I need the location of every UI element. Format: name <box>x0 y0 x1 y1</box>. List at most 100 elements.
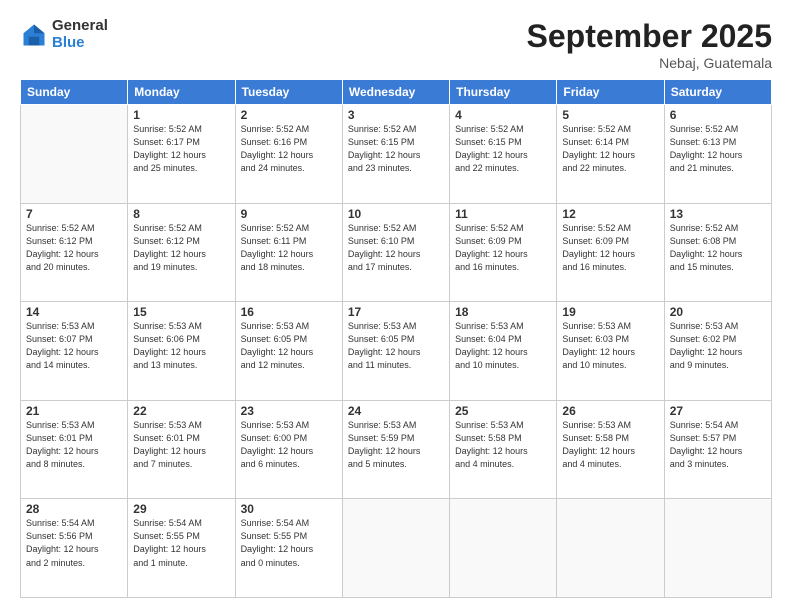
day-number: 12 <box>562 207 658 221</box>
day-number: 27 <box>670 404 766 418</box>
day-info: Sunrise: 5:53 AM Sunset: 6:05 PM Dayligh… <box>241 320 337 372</box>
day-number: 25 <box>455 404 551 418</box>
day-number: 7 <box>26 207 122 221</box>
table-row: 10Sunrise: 5:52 AM Sunset: 6:10 PM Dayli… <box>342 203 449 302</box>
logo-blue-text: Blue <box>52 35 108 52</box>
table-row: 17Sunrise: 5:53 AM Sunset: 6:05 PM Dayli… <box>342 302 449 401</box>
table-row: 5Sunrise: 5:52 AM Sunset: 6:14 PM Daylig… <box>557 105 664 204</box>
day-info: Sunrise: 5:53 AM Sunset: 6:01 PM Dayligh… <box>133 419 229 471</box>
day-number: 9 <box>241 207 337 221</box>
title-block: September 2025 Nebaj, Guatemala <box>527 18 772 71</box>
day-info: Sunrise: 5:52 AM Sunset: 6:17 PM Dayligh… <box>133 123 229 175</box>
day-info: Sunrise: 5:52 AM Sunset: 6:15 PM Dayligh… <box>455 123 551 175</box>
day-number: 10 <box>348 207 444 221</box>
calendar-week-row: 28Sunrise: 5:54 AM Sunset: 5:56 PM Dayli… <box>21 499 772 598</box>
day-number: 2 <box>241 108 337 122</box>
day-info: Sunrise: 5:53 AM Sunset: 5:58 PM Dayligh… <box>455 419 551 471</box>
day-number: 15 <box>133 305 229 319</box>
day-info: Sunrise: 5:53 AM Sunset: 6:06 PM Dayligh… <box>133 320 229 372</box>
table-row: 19Sunrise: 5:53 AM Sunset: 6:03 PM Dayli… <box>557 302 664 401</box>
day-number: 21 <box>26 404 122 418</box>
day-number: 22 <box>133 404 229 418</box>
day-number: 20 <box>670 305 766 319</box>
table-row: 12Sunrise: 5:52 AM Sunset: 6:09 PM Dayli… <box>557 203 664 302</box>
day-number: 4 <box>455 108 551 122</box>
day-number: 13 <box>670 207 766 221</box>
table-row <box>450 499 557 598</box>
col-sunday: Sunday <box>21 80 128 105</box>
table-row: 4Sunrise: 5:52 AM Sunset: 6:15 PM Daylig… <box>450 105 557 204</box>
table-row: 26Sunrise: 5:53 AM Sunset: 5:58 PM Dayli… <box>557 400 664 499</box>
day-number: 26 <box>562 404 658 418</box>
col-thursday: Thursday <box>450 80 557 105</box>
logo: General Blue <box>20 18 108 51</box>
day-number: 28 <box>26 502 122 516</box>
day-info: Sunrise: 5:52 AM Sunset: 6:12 PM Dayligh… <box>133 222 229 274</box>
table-row: 7Sunrise: 5:52 AM Sunset: 6:12 PM Daylig… <box>21 203 128 302</box>
header: General Blue September 2025 Nebaj, Guate… <box>20 18 772 71</box>
table-row: 8Sunrise: 5:52 AM Sunset: 6:12 PM Daylig… <box>128 203 235 302</box>
table-row <box>664 499 771 598</box>
logo-general-text: General <box>52 18 108 35</box>
day-number: 19 <box>562 305 658 319</box>
table-row: 6Sunrise: 5:52 AM Sunset: 6:13 PM Daylig… <box>664 105 771 204</box>
day-number: 29 <box>133 502 229 516</box>
table-row: 24Sunrise: 5:53 AM Sunset: 5:59 PM Dayli… <box>342 400 449 499</box>
day-info: Sunrise: 5:53 AM Sunset: 5:58 PM Dayligh… <box>562 419 658 471</box>
day-number: 11 <box>455 207 551 221</box>
day-number: 1 <box>133 108 229 122</box>
table-row: 28Sunrise: 5:54 AM Sunset: 5:56 PM Dayli… <box>21 499 128 598</box>
day-number: 6 <box>670 108 766 122</box>
day-number: 30 <box>241 502 337 516</box>
table-row: 30Sunrise: 5:54 AM Sunset: 5:55 PM Dayli… <box>235 499 342 598</box>
col-wednesday: Wednesday <box>342 80 449 105</box>
table-row: 2Sunrise: 5:52 AM Sunset: 6:16 PM Daylig… <box>235 105 342 204</box>
day-number: 17 <box>348 305 444 319</box>
table-row: 18Sunrise: 5:53 AM Sunset: 6:04 PM Dayli… <box>450 302 557 401</box>
day-number: 23 <box>241 404 337 418</box>
day-info: Sunrise: 5:52 AM Sunset: 6:11 PM Dayligh… <box>241 222 337 274</box>
day-info: Sunrise: 5:53 AM Sunset: 6:04 PM Dayligh… <box>455 320 551 372</box>
logo-text: General Blue <box>52 18 108 51</box>
day-info: Sunrise: 5:54 AM Sunset: 5:56 PM Dayligh… <box>26 517 122 569</box>
col-monday: Monday <box>128 80 235 105</box>
day-number: 24 <box>348 404 444 418</box>
day-info: Sunrise: 5:52 AM Sunset: 6:09 PM Dayligh… <box>455 222 551 274</box>
day-info: Sunrise: 5:53 AM Sunset: 6:01 PM Dayligh… <box>26 419 122 471</box>
day-info: Sunrise: 5:52 AM Sunset: 6:10 PM Dayligh… <box>348 222 444 274</box>
table-row: 14Sunrise: 5:53 AM Sunset: 6:07 PM Dayli… <box>21 302 128 401</box>
day-info: Sunrise: 5:52 AM Sunset: 6:15 PM Dayligh… <box>348 123 444 175</box>
table-row: 23Sunrise: 5:53 AM Sunset: 6:00 PM Dayli… <box>235 400 342 499</box>
day-info: Sunrise: 5:53 AM Sunset: 5:59 PM Dayligh… <box>348 419 444 471</box>
day-info: Sunrise: 5:53 AM Sunset: 6:05 PM Dayligh… <box>348 320 444 372</box>
calendar-header-row: Sunday Monday Tuesday Wednesday Thursday… <box>21 80 772 105</box>
day-info: Sunrise: 5:53 AM Sunset: 6:03 PM Dayligh… <box>562 320 658 372</box>
day-info: Sunrise: 5:52 AM Sunset: 6:14 PM Dayligh… <box>562 123 658 175</box>
table-row: 25Sunrise: 5:53 AM Sunset: 5:58 PM Dayli… <box>450 400 557 499</box>
col-saturday: Saturday <box>664 80 771 105</box>
table-row: 27Sunrise: 5:54 AM Sunset: 5:57 PM Dayli… <box>664 400 771 499</box>
table-row: 9Sunrise: 5:52 AM Sunset: 6:11 PM Daylig… <box>235 203 342 302</box>
day-info: Sunrise: 5:54 AM Sunset: 5:55 PM Dayligh… <box>241 517 337 569</box>
page: General Blue September 2025 Nebaj, Guate… <box>0 0 792 612</box>
table-row <box>21 105 128 204</box>
day-info: Sunrise: 5:52 AM Sunset: 6:08 PM Dayligh… <box>670 222 766 274</box>
month-title: September 2025 <box>527 18 772 55</box>
day-number: 18 <box>455 305 551 319</box>
table-row: 21Sunrise: 5:53 AM Sunset: 6:01 PM Dayli… <box>21 400 128 499</box>
col-friday: Friday <box>557 80 664 105</box>
calendar-week-row: 7Sunrise: 5:52 AM Sunset: 6:12 PM Daylig… <box>21 203 772 302</box>
day-info: Sunrise: 5:54 AM Sunset: 5:55 PM Dayligh… <box>133 517 229 569</box>
day-info: Sunrise: 5:53 AM Sunset: 6:07 PM Dayligh… <box>26 320 122 372</box>
logo-icon <box>20 21 48 49</box>
table-row: 13Sunrise: 5:52 AM Sunset: 6:08 PM Dayli… <box>664 203 771 302</box>
calendar-table: Sunday Monday Tuesday Wednesday Thursday… <box>20 79 772 598</box>
day-info: Sunrise: 5:52 AM Sunset: 6:12 PM Dayligh… <box>26 222 122 274</box>
day-number: 3 <box>348 108 444 122</box>
day-number: 16 <box>241 305 337 319</box>
table-row: 22Sunrise: 5:53 AM Sunset: 6:01 PM Dayli… <box>128 400 235 499</box>
table-row: 1Sunrise: 5:52 AM Sunset: 6:17 PM Daylig… <box>128 105 235 204</box>
day-info: Sunrise: 5:52 AM Sunset: 6:13 PM Dayligh… <box>670 123 766 175</box>
table-row: 3Sunrise: 5:52 AM Sunset: 6:15 PM Daylig… <box>342 105 449 204</box>
table-row: 16Sunrise: 5:53 AM Sunset: 6:05 PM Dayli… <box>235 302 342 401</box>
